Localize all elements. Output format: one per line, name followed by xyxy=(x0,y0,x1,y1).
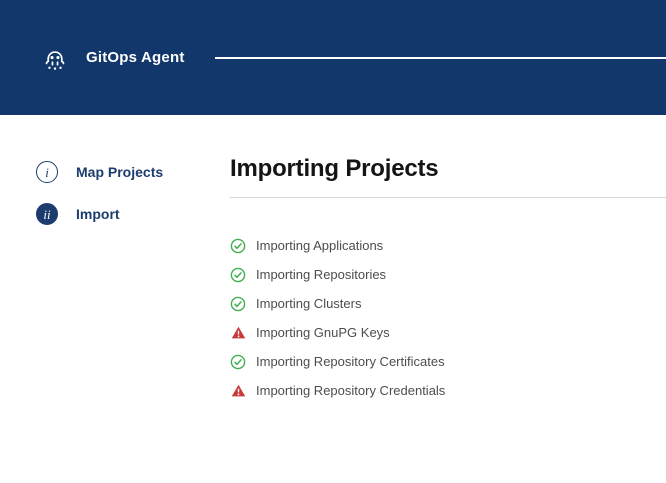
status-row-applications: Importing Applications xyxy=(230,231,666,260)
import-status-label: Importing Clusters xyxy=(256,296,361,311)
status-row-gnupg-keys: Importing GnuPG Keys xyxy=(230,318,666,347)
step-one-numeral: i xyxy=(45,166,49,179)
step-map-projects[interactable]: i Map Projects xyxy=(36,161,230,183)
import-status-label: Importing Repositories xyxy=(256,267,386,282)
step-two-numeral: ii xyxy=(43,208,50,221)
wizard-steps-sidebar: i Map Projects ii Import xyxy=(36,115,230,405)
status-row-repositories: Importing Repositories xyxy=(230,260,666,289)
brand: GitOps Agent xyxy=(38,41,185,75)
import-status-label: Importing Repository Credentials xyxy=(256,383,445,398)
status-row-clusters: Importing Clusters xyxy=(230,289,666,318)
step-one-badge: i xyxy=(36,161,58,183)
import-status-label: Importing Applications xyxy=(256,238,383,253)
step-two-badge: ii xyxy=(36,203,58,225)
page-body: i Map Projects ii Import Importing Proje… xyxy=(0,115,666,405)
check-circle-icon xyxy=(230,296,246,312)
warning-triangle-icon xyxy=(230,383,246,399)
import-panel: Importing Projects Importing Application… xyxy=(230,115,666,405)
header-divider xyxy=(215,57,666,59)
step-two-label: Import xyxy=(76,206,120,222)
check-circle-icon xyxy=(230,238,246,254)
step-import[interactable]: ii Import xyxy=(36,203,230,225)
status-row-repository-credentials: Importing Repository Credentials xyxy=(230,376,666,405)
import-status-label: Importing Repository Certificates xyxy=(256,354,445,369)
app-header: GitOps Agent xyxy=(0,0,666,115)
app-title: GitOps Agent xyxy=(86,49,185,66)
step-one-label: Map Projects xyxy=(76,164,163,180)
import-status-label: Importing GnuPG Keys xyxy=(256,325,390,340)
title-divider xyxy=(230,197,666,198)
check-circle-icon xyxy=(230,354,246,370)
octopus-logo-icon xyxy=(38,41,72,75)
status-row-repository-certificates: Importing Repository Certificates xyxy=(230,347,666,376)
page-title: Importing Projects xyxy=(230,155,666,183)
import-status-list: Importing Applications Importing Reposit… xyxy=(230,231,666,405)
check-circle-icon xyxy=(230,267,246,283)
warning-triangle-icon xyxy=(230,325,246,341)
